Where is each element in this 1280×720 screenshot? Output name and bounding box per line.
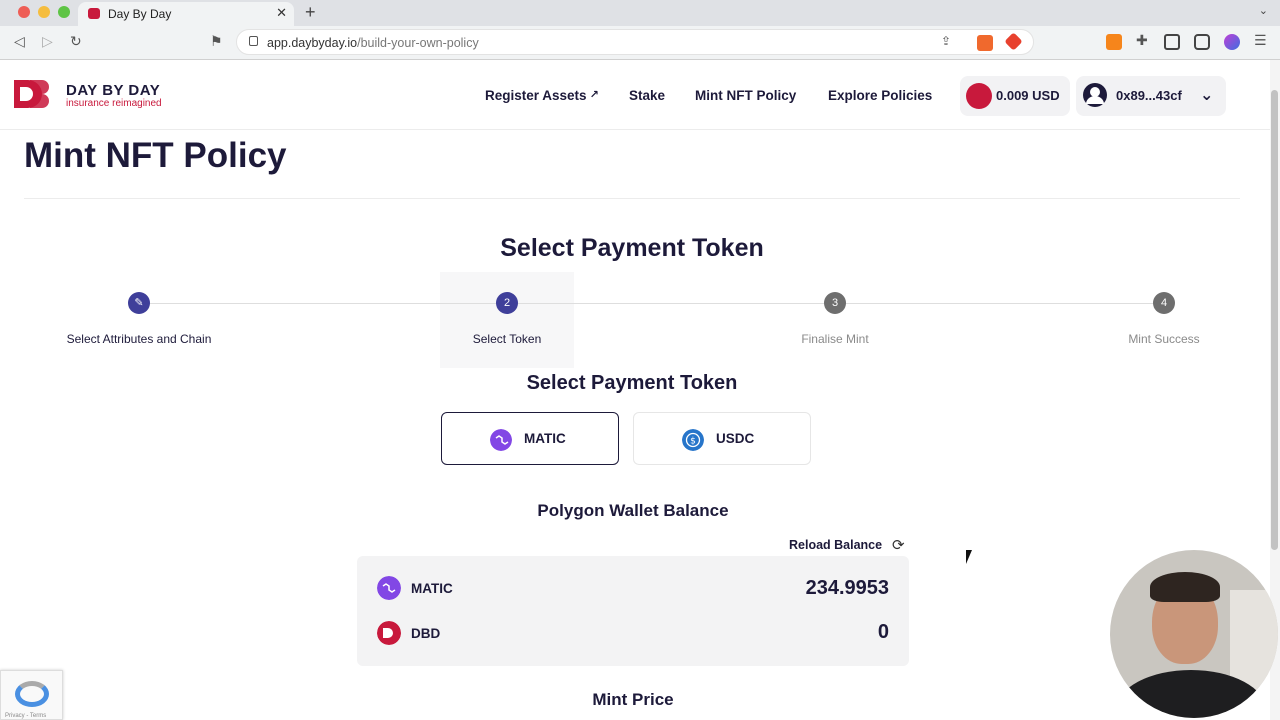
step-3-label: Finalise Mint <box>801 332 869 346</box>
site-header: DAY BY DAY insurance reimagined Register… <box>0 60 1270 130</box>
logo-text[interactable]: DAY BY DAY <box>66 82 160 99</box>
close-window-button[interactable] <box>18 6 30 18</box>
step-4-circle: 4 <box>1153 292 1175 314</box>
balance-value-matic: 234.9953 <box>805 577 889 599</box>
logo-subtitle: insurance reimagined <box>66 98 162 109</box>
tab-search-chevron-icon[interactable]: ⌄ <box>1259 4 1268 17</box>
url-text: app.daybyday.io/build-your-own-policy <box>267 36 479 50</box>
usdc-icon: $ <box>682 429 704 451</box>
new-tab-icon[interactable]: + <box>305 2 316 23</box>
back-icon[interactable]: ◁ <box>14 33 25 50</box>
matic-icon <box>377 576 401 600</box>
wallet-icon[interactable] <box>1194 34 1210 50</box>
nav-register-assets-label: Register Assets <box>485 88 587 103</box>
step-2-circle: 2 <box>496 292 518 314</box>
scrollbar-thumb[interactable] <box>1271 90 1278 550</box>
nav-stake[interactable]: Stake <box>629 88 665 103</box>
sidebar-icon[interactable] <box>1164 34 1180 50</box>
browser-toolbar: ◁ ▷ ↻ ⚑ app.daybyday.io/build-your-own-p… <box>0 26 1280 60</box>
balance-card: MATIC 234.9953 DBD 0 <box>357 556 909 666</box>
token-balance-pill[interactable]: 0.009 USD <box>960 76 1070 116</box>
balance-name-dbd: DBD <box>411 626 441 641</box>
reload-page-icon[interactable]: ↻ <box>70 33 82 50</box>
balance-name-matic: MATIC <box>411 581 453 596</box>
active-step-highlight <box>440 272 574 368</box>
tab-title: Day By Day <box>108 7 172 21</box>
nav-register-assets[interactable]: Register Assets ↗ <box>485 88 599 103</box>
step-3-circle: 3 <box>824 292 846 314</box>
balance-value-dbd: 0 <box>877 621 889 643</box>
dbd-token-icon <box>377 621 401 645</box>
external-link-icon: ↗ <box>586 89 599 101</box>
wallet-balance-heading: Polygon Wallet Balance <box>537 501 729 520</box>
nav-explore-policies[interactable]: Explore Policies <box>828 88 932 103</box>
tab-bar: Day By Day ✕ + ⌄ <box>0 0 1280 26</box>
step-1-label: Select Attributes and Chain <box>66 332 212 346</box>
share-icon[interactable]: ⇪ <box>941 34 951 48</box>
matic-token-button[interactable]: MATIC <box>441 412 619 465</box>
section-title: Select Payment Token <box>500 234 764 262</box>
webcam-person-hair <box>1150 572 1220 602</box>
mouse-cursor-icon <box>966 550 978 564</box>
usdc-token-label: USDC <box>716 431 755 446</box>
recaptcha-badge[interactable]: Privacy - Terms <box>0 670 63 720</box>
refresh-icon[interactable]: ⟳ <box>892 536 905 554</box>
forward-icon[interactable]: ▷ <box>42 33 53 50</box>
brave-shield-icon[interactable] <box>977 35 993 51</box>
lock-icon <box>249 36 258 46</box>
close-tab-icon[interactable]: ✕ <box>276 5 287 21</box>
address-bar[interactable]: app.daybyday.io/build-your-own-policy ⇪ <box>236 29 1034 55</box>
stepper-line <box>139 303 1164 304</box>
brave-rewards-icon[interactable] <box>1004 32 1023 51</box>
step-1-pencil-icon: ✎ <box>128 292 150 314</box>
daybyday-logo-icon[interactable] <box>12 78 58 110</box>
matic-icon <box>490 429 512 451</box>
recaptcha-footer[interactable]: Privacy - Terms <box>5 713 46 719</box>
minimize-window-button[interactable] <box>38 6 50 18</box>
bookmark-icon[interactable]: ⚑ <box>210 33 223 50</box>
user-avatar-icon <box>1083 83 1107 107</box>
step-2-label: Select Token <box>472 332 542 346</box>
browser-chrome: Day By Day ✕ + ⌄ ◁ ▷ ↻ ⚑ app.daybyday.io… <box>0 0 1280 60</box>
wallet-address: 0x89...43cf <box>1116 88 1182 103</box>
profile-avatar[interactable] <box>1224 34 1240 50</box>
wallet-dropdown[interactable]: 0x89...43cf ⌄ <box>1076 76 1226 116</box>
title-divider <box>24 198 1240 199</box>
extensions-icon[interactable]: ✚ <box>1136 32 1148 49</box>
matic-token-label: MATIC <box>524 431 566 446</box>
nav-mint-nft-policy[interactable]: Mint NFT Policy <box>695 88 796 103</box>
menu-icon[interactable]: ☰ <box>1254 32 1267 49</box>
page-title: Mint NFT Policy <box>24 136 287 175</box>
usdc-token-button[interactable]: $ USDC <box>633 412 811 465</box>
favicon-icon <box>88 8 100 19</box>
token-heading: Select Payment Token <box>526 372 738 394</box>
browser-tab[interactable]: Day By Day ✕ <box>78 2 294 26</box>
usd-balance: 0.009 USD <box>996 88 1060 103</box>
step-4-label: Mint Success <box>1128 332 1200 346</box>
chevron-down-icon: ⌄ <box>1200 87 1214 104</box>
recaptcha-icon <box>15 681 49 707</box>
metamask-icon[interactable] <box>1106 34 1122 50</box>
svg-text:$: $ <box>690 437 696 447</box>
dbd-token-icon <box>966 83 992 109</box>
webcam-overlay <box>1110 550 1278 718</box>
mint-price-heading: Mint Price <box>592 690 674 709</box>
reload-balance-button[interactable]: Reload Balance <box>789 538 882 552</box>
zoom-window-button[interactable] <box>58 6 70 18</box>
